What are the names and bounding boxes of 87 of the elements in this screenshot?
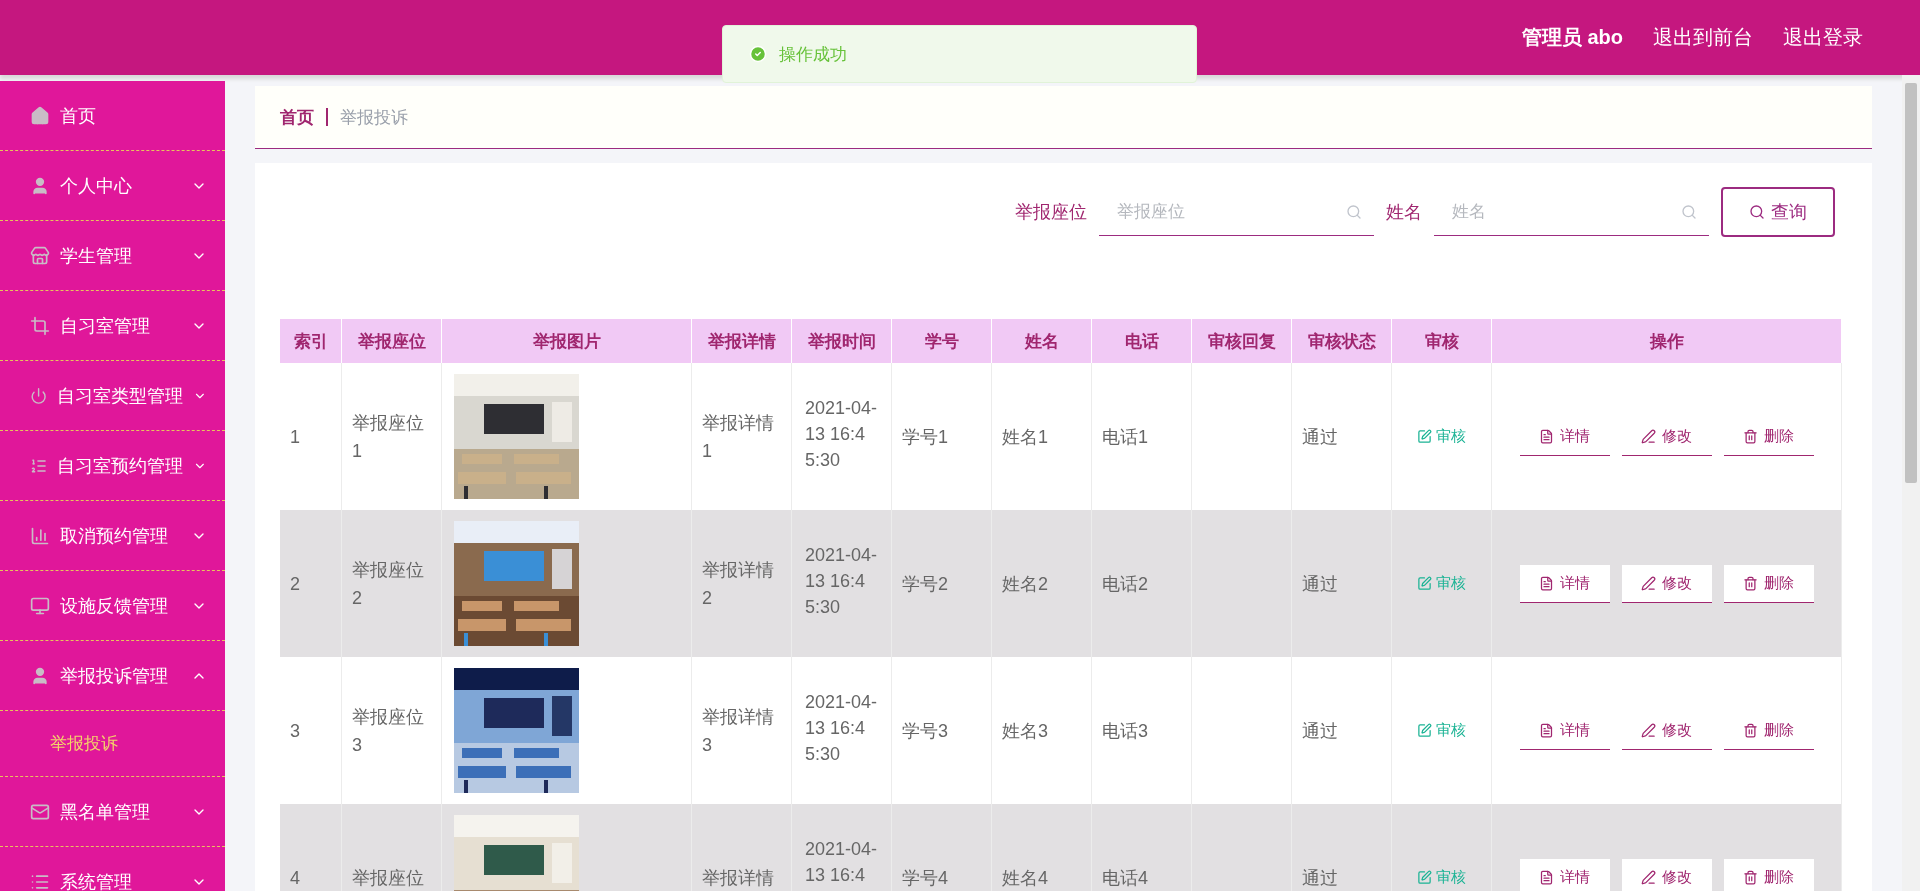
header-link[interactable]: 退出登录	[1783, 24, 1863, 51]
field-label: 姓名	[1386, 201, 1422, 224]
success-toast: 操作成功	[722, 25, 1197, 83]
pencil-icon	[1641, 428, 1656, 444]
column-header: 索引	[280, 319, 342, 363]
sidebar-subitem[interactable]: 举报投诉	[0, 711, 225, 777]
scrollbar[interactable]	[1902, 75, 1920, 891]
search-icon	[1346, 204, 1362, 220]
phone-cell: 电话2	[1092, 510, 1192, 657]
seat-cell: 举报座位	[342, 804, 442, 891]
pencil-icon	[1417, 429, 1432, 444]
sidebar-item[interactable]: 学生管理	[0, 221, 225, 291]
scrollbar-thumb[interactable]	[1905, 83, 1917, 483]
details-button[interactable]: 详情	[1519, 564, 1610, 603]
search-field[interactable]: 姓名	[1434, 188, 1709, 236]
power-icon	[30, 385, 48, 406]
pencil-icon	[1641, 722, 1656, 738]
status-cell: 通过	[1292, 804, 1392, 891]
column-header: 审核状态	[1292, 319, 1392, 363]
sidebar-item[interactable]: 自习室预约管理	[0, 431, 225, 501]
column-header: 学号	[892, 319, 992, 363]
trash-icon	[1743, 428, 1758, 444]
crop-icon	[30, 315, 50, 336]
trash-icon	[1743, 722, 1758, 738]
time-cell: 2021-04-13 16:45:30	[792, 510, 892, 657]
document-icon	[1539, 722, 1554, 738]
detail-cell: 举报详情	[692, 804, 792, 891]
student-number-cell: 学号4	[892, 804, 992, 891]
student-number-cell: 学号2	[892, 510, 992, 657]
details-button[interactable]: 详情	[1519, 858, 1610, 891]
delete-button[interactable]: 删除	[1723, 564, 1814, 603]
header-link[interactable]: 退出到前台	[1653, 24, 1753, 51]
search-field[interactable]: 举报座位	[1099, 188, 1374, 236]
query-button[interactable]: 查询	[1721, 187, 1835, 237]
time-cell: 2021-04-13 16:4	[792, 804, 892, 891]
sidebar-item[interactable]: 举报投诉管理	[0, 641, 225, 711]
search-icon	[1681, 204, 1697, 220]
detail-cell: 举报详情2	[692, 510, 792, 657]
breadcrumb-item: 举报投诉	[340, 106, 408, 129]
column-header: 举报座位	[342, 319, 442, 363]
store-icon	[30, 245, 50, 266]
edit-button[interactable]: 修改	[1621, 564, 1712, 603]
phone-cell: 电话4	[1092, 804, 1192, 891]
index-cell: 4	[280, 804, 342, 891]
trash-icon	[1743, 575, 1758, 591]
sidebar-item[interactable]: 自习室类型管理	[0, 361, 225, 431]
pencil-icon	[1641, 575, 1656, 591]
check-circle-icon	[749, 45, 767, 63]
document-icon	[1539, 869, 1554, 885]
sidebar-item[interactable]: 个人中心	[0, 151, 225, 221]
pencil-icon	[1417, 870, 1432, 885]
index-cell: 2	[280, 510, 342, 657]
sidebar-item[interactable]: 黑名单管理	[0, 777, 225, 847]
name-cell: 姓名2	[992, 510, 1092, 657]
user-icon	[30, 175, 50, 196]
sidebar-item[interactable]: 系统管理	[0, 847, 225, 891]
column-header: 姓名	[992, 319, 1092, 363]
column-header: 举报时间	[792, 319, 892, 363]
column-header: 举报详情	[692, 319, 792, 363]
document-icon	[1539, 575, 1554, 591]
breadcrumb-item[interactable]: 首页	[280, 105, 314, 129]
column-header: 举报图片	[442, 319, 692, 363]
status-cell: 通过	[1292, 510, 1392, 657]
column-header: 审核	[1392, 319, 1492, 363]
pencil-icon	[1641, 869, 1656, 885]
field-label: 举报座位	[1015, 201, 1087, 224]
sidebar-item[interactable]: 取消预约管理	[0, 501, 225, 571]
delete-button[interactable]: 删除	[1723, 858, 1814, 891]
column-header: 审核回复	[1192, 319, 1292, 363]
admin-user-label: 管理员 abo	[1521, 25, 1623, 50]
pencil-icon	[1417, 723, 1432, 738]
column-header: 电话	[1092, 319, 1192, 363]
monitor-icon	[30, 595, 50, 616]
sidebar-item[interactable]: 首页	[0, 81, 225, 151]
user-icon	[30, 665, 50, 686]
bar-chart-icon	[30, 525, 50, 546]
trash-icon	[1743, 869, 1758, 885]
pencil-icon	[1417, 576, 1432, 591]
sidebar-item[interactable]: 设施反馈管理	[0, 571, 225, 641]
column-header: 操作	[1492, 319, 1842, 363]
name-cell: 姓名4	[992, 804, 1092, 891]
document-icon	[1539, 428, 1554, 444]
sidebar-item[interactable]: 自习室管理	[0, 291, 225, 361]
seat-cell: 举报座位2	[342, 510, 442, 657]
edit-button[interactable]: 修改	[1621, 858, 1712, 891]
search-icon	[1749, 204, 1765, 220]
home-icon	[30, 105, 50, 126]
